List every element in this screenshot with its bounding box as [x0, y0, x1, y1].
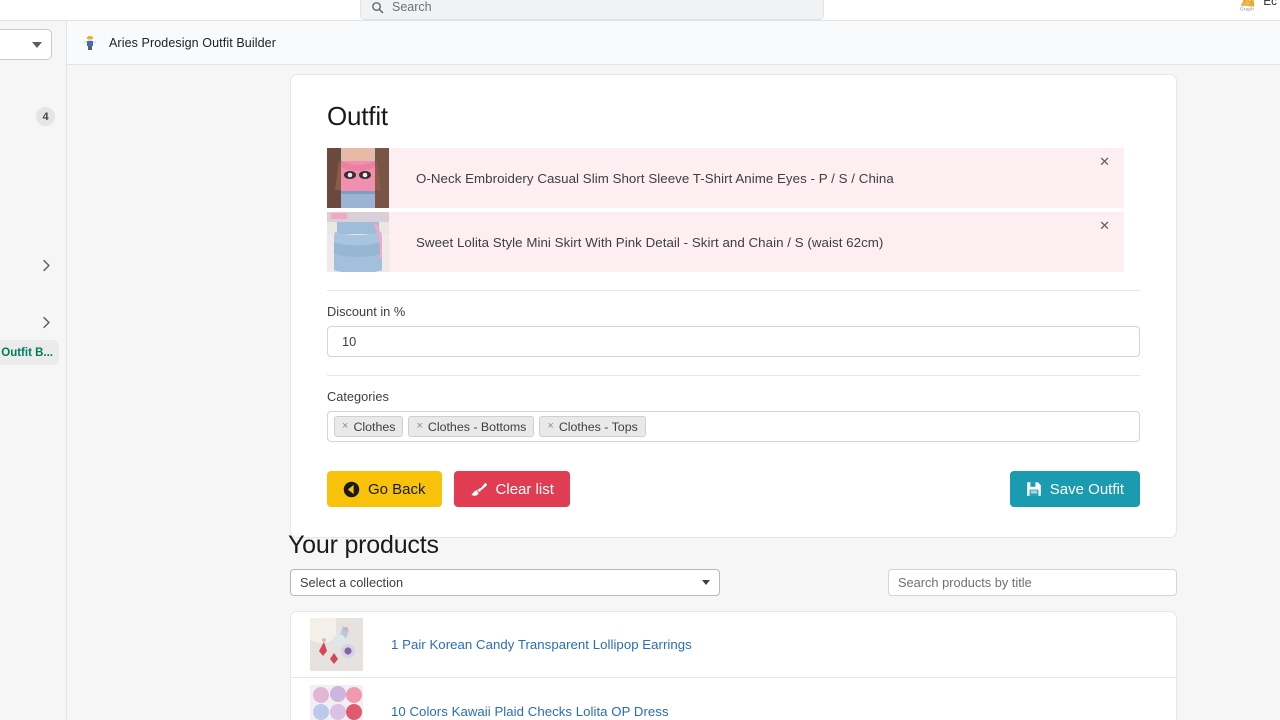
category-tag-label: Clothes - Bottoms: [427, 419, 527, 434]
outfit-item-remove-button[interactable]: ✕: [1095, 153, 1114, 170]
outfit-actions: Go Back Clear list Save Outfit: [327, 471, 1140, 507]
global-search-placeholder: Search: [392, 0, 432, 14]
product-title-link[interactable]: 1 Pair Korean Candy Transparent Lollipop…: [391, 637, 692, 652]
your-products-heading: Your products: [288, 531, 439, 559]
times-icon[interactable]: ×: [342, 421, 348, 432]
left-sidebar: 4 Outfit B... ns: [0, 21, 67, 720]
chevron-right-icon: [43, 316, 50, 329]
arrow-circle-left-icon: [343, 481, 360, 497]
save-outfit-label: Save Outfit: [1049, 480, 1124, 498]
collection-select-value: Select a collection: [300, 575, 404, 590]
brush-icon: [470, 482, 487, 496]
clear-list-button[interactable]: Clear list: [453, 471, 570, 507]
sidebar-item-outfit-builder[interactable]: Outfit B...: [0, 340, 59, 365]
save-floppy-icon: [1026, 482, 1041, 496]
outfit-item-row: O-Neck Embroidery Casual Slim Short Slee…: [327, 148, 1124, 208]
times-icon[interactable]: ×: [547, 421, 553, 432]
page-title: Aries Prodesign Outfit Builder: [109, 35, 276, 50]
sidebar-item-label: Outfit B...: [1, 346, 53, 359]
outfit-card: Outfit O-Neck Embroidery Casual Slim Sho…: [290, 74, 1177, 538]
product-search-placeholder: Search products by title: [898, 575, 1032, 590]
user-menu[interactable]: Graph Ec: [1236, 0, 1277, 13]
categories-input[interactable]: × Clothes × Clothes - Bottoms × Clothes …: [327, 411, 1140, 442]
save-outfit-button[interactable]: Save Outfit: [1009, 471, 1140, 507]
product-search-input[interactable]: Search products by title: [888, 569, 1177, 596]
discount-label: Discount in %: [327, 304, 406, 319]
outfit-item-title: Sweet Lolita Style Mini Skirt With Pink …: [416, 234, 884, 250]
product-thumbnail: [310, 684, 363, 720]
chevron-right-icon: [43, 259, 50, 272]
product-thumbnail: [310, 618, 363, 671]
categories-label: Categories: [327, 389, 389, 404]
user-name-label: Ec: [1263, 0, 1277, 8]
collection-select[interactable]: Select a collection: [290, 569, 720, 596]
host-topbar: Search Graph Ec: [0, 0, 1280, 21]
outfit-item-title: O-Neck Embroidery Casual Slim Short Slee…: [416, 170, 894, 186]
category-tag-label: Clothes - Tops: [558, 419, 638, 434]
category-tag[interactable]: × Clothes - Tops: [539, 416, 646, 437]
sidebar-store-select[interactable]: [0, 29, 52, 60]
category-tag-label: Clothes: [353, 419, 396, 434]
sidebar-expand-chevron-2[interactable]: [40, 316, 53, 329]
chevron-down-icon: [32, 42, 42, 48]
outfit-heading: Outfit: [327, 101, 388, 131]
product-list-item[interactable]: 10 Colors Kawaii Plaid Checks Lolita OP …: [291, 678, 1176, 720]
app-logo-icon: [84, 35, 96, 50]
sidebar-expand-chevron-1[interactable]: [40, 259, 53, 272]
chevron-down-icon: [702, 580, 710, 585]
go-back-button[interactable]: Go Back: [327, 471, 442, 507]
outfit-item-row: Sweet Lolita Style Mini Skirt With Pink …: [327, 212, 1124, 272]
product-title-link[interactable]: 10 Colors Kawaii Plaid Checks Lolita OP …: [391, 704, 669, 719]
discount-input[interactable]: 10: [327, 326, 1140, 357]
clear-list-label: Clear list: [495, 480, 554, 498]
user-avatar-icon: Graph: [1236, 0, 1258, 13]
times-icon[interactable]: ×: [416, 421, 422, 432]
category-tag[interactable]: × Clothes: [334, 416, 404, 437]
outfit-item-thumbnail: [327, 212, 389, 272]
main-content: Outfit O-Neck Embroidery Casual Slim Sho…: [67, 65, 1280, 720]
product-list: 1 Pair Korean Candy Transparent Lollipop…: [290, 611, 1177, 720]
category-tag[interactable]: × Clothes - Bottoms: [408, 416, 535, 437]
search-icon: [372, 1, 384, 13]
global-search-input[interactable]: Search: [360, 0, 824, 20]
card-divider-1: [327, 290, 1140, 291]
sidebar-badge-count: 4: [36, 107, 55, 126]
go-back-label: Go Back: [368, 480, 426, 498]
discount-value: 10: [342, 334, 357, 349]
product-list-item[interactable]: 1 Pair Korean Candy Transparent Lollipop…: [291, 612, 1176, 678]
app-header-bar: Aries Prodesign Outfit Builder: [67, 21, 1280, 65]
outfit-item-remove-button[interactable]: ✕: [1095, 217, 1114, 234]
outfit-item-thumbnail: [327, 148, 389, 208]
card-divider-2: [327, 375, 1140, 376]
svg-text:Graph: Graph: [1240, 6, 1254, 12]
